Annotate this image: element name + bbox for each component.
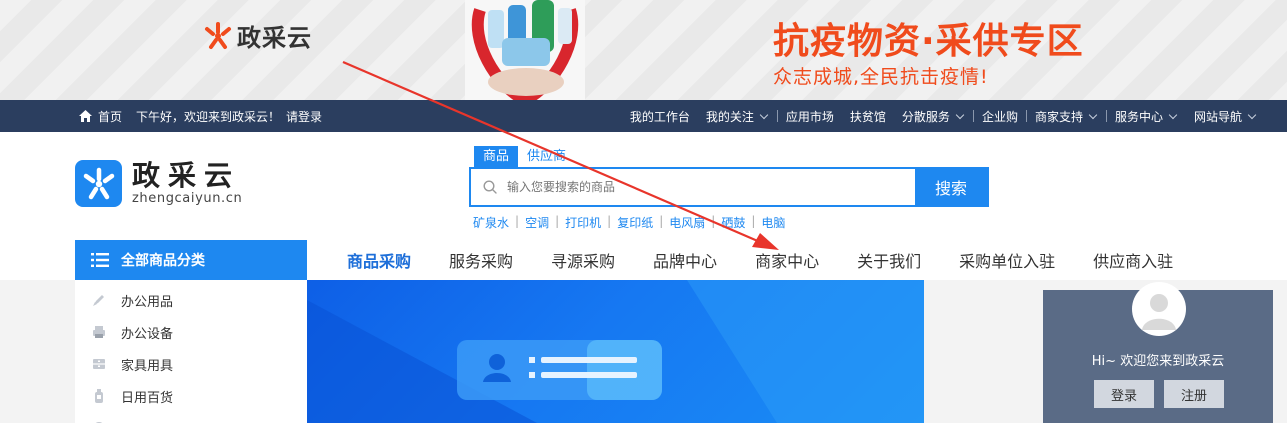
main-nav-item[interactable]: 采购单位入驻 — [940, 248, 1074, 272]
hotword-link[interactable]: 电脑 — [761, 214, 785, 231]
main-nav-item[interactable]: 品牌中心 — [634, 248, 736, 272]
main-nav-item[interactable]: 商品采购 — [328, 248, 430, 272]
topbar-link[interactable]: 扶贫馆 — [842, 108, 894, 125]
chevron-down-icon — [955, 110, 965, 119]
zcy-logo-icon — [205, 21, 231, 49]
topbar-link[interactable]: 分散服务 — [894, 108, 973, 125]
login-link[interactable]: 请登录 — [286, 108, 322, 125]
main-nav-item[interactable]: 服务采购 — [430, 248, 532, 272]
all-categories-button[interactable]: 全部商品分类 — [75, 240, 307, 280]
chevron-down-icon — [1168, 110, 1178, 119]
category-item-label: 办公用品 — [121, 294, 174, 310]
search-button[interactable]: 搜索 — [915, 169, 987, 205]
hotword-separator: | — [515, 214, 520, 228]
avatar — [1132, 282, 1186, 336]
topbar-link-label: 商家支持 — [1034, 109, 1083, 124]
category-item[interactable]: 日用百货 — [75, 380, 307, 412]
main-navigation: 商品采购 服务采购 寻源采购 品牌中心 商家中心 关于我们 采购单位入驻 供应商入驻 — [328, 240, 1192, 280]
topbar-link[interactable]: 服务中心 — [1107, 108, 1186, 125]
main-nav-item[interactable]: 关于我们 — [838, 248, 940, 272]
chevron-down-icon — [1088, 110, 1098, 119]
topbar-link-label: 扶贫馆 — [849, 109, 886, 124]
user-avatar-icon — [1142, 294, 1176, 330]
topbar-link[interactable]: 网站导航 — [1186, 108, 1265, 125]
category-item-label: 家具用具 — [121, 358, 174, 374]
home-icon[interactable] — [79, 110, 92, 122]
category-item-label: 日用百货 — [121, 390, 174, 406]
topbar-link[interactable]: 我的关注 — [698, 108, 777, 125]
greeting-text: 下午好，欢迎来到政采云！ — [136, 109, 281, 124]
topbar-link[interactable]: 企业购 — [974, 108, 1026, 125]
search-input[interactable] — [505, 179, 885, 195]
banner-title: 抗疫物资·采供专区 — [773, 21, 1084, 62]
printer-icon — [93, 326, 105, 338]
logo-name: 政采云 — [132, 159, 241, 192]
topbar-link-label: 我的工作台 — [629, 109, 690, 124]
topbar-link-label: 我的关注 — [705, 109, 754, 124]
hotword-separator: | — [751, 214, 756, 228]
welcome-text: Hi~ 欢迎您来到政采云 — [1091, 354, 1225, 369]
category-list: 办公用品办公设备家具用具日用百货生活电器 — [75, 280, 307, 423]
main-nav-item[interactable]: 寻源采购 — [532, 248, 634, 272]
topbar-link[interactable]: 我的工作台 — [622, 108, 698, 125]
login-button[interactable]: 登录 — [1094, 380, 1154, 408]
hero-illustration — [307, 280, 924, 423]
home-link[interactable]: 首页 — [98, 108, 122, 125]
hotword-link[interactable]: 矿泉水 — [473, 214, 509, 231]
hotword-separator: | — [607, 214, 612, 228]
category-item[interactable]: 办公设备 — [75, 316, 307, 348]
all-categories-label: 全部商品分类 — [121, 253, 205, 269]
main-nav-item[interactable]: 供应商入驻 — [1074, 248, 1192, 272]
pen-icon — [93, 295, 104, 306]
bottle-icon — [95, 389, 103, 403]
hot-search-words: 矿泉水 | 空调 | 打印机 | 复印纸 | 电风扇 | 硒鼓 | 电脑 — [473, 214, 785, 231]
search-icon — [483, 180, 497, 194]
topbar-link-label: 服务中心 — [1114, 109, 1163, 124]
topbar-link-label: 企业购 — [981, 109, 1018, 124]
category-item[interactable]: 家具用具 — [75, 348, 307, 380]
category-item[interactable]: 生活电器 — [75, 412, 307, 423]
hotword-link[interactable]: 空调 — [525, 214, 549, 231]
hotword-separator: | — [711, 214, 716, 228]
category-item-label: 生活电器 — [121, 419, 173, 423]
hotword-separator: | — [659, 214, 664, 228]
hotword-link[interactable]: 复印纸 — [617, 214, 653, 231]
chevron-down-icon — [759, 110, 769, 119]
main-nav-item[interactable]: 商家中心 — [736, 248, 838, 272]
topbar-link-label: 应用市场 — [785, 109, 834, 124]
register-button[interactable]: 注册 — [1164, 380, 1224, 408]
list-icon — [91, 253, 109, 267]
top-navigation-bar: 首页 下午好，欢迎来到政采云！ 请登录 我的工作台 我的关注 应用市场 扶贫馆 分散服务… — [0, 100, 1287, 132]
topbar-links: 我的工作台 我的关注 应用市场 扶贫馆 分散服务 企业购 商家支持 服务中心 网站导航 — [622, 100, 1265, 132]
hotword-separator: | — [555, 214, 560, 228]
furniture-icon — [93, 359, 105, 369]
hotword-link[interactable]: 硒鼓 — [721, 214, 745, 231]
hotword-link[interactable]: 打印机 — [565, 214, 601, 231]
banner-subtitle: 众志成城,全民抗击疫情! — [773, 66, 989, 88]
topbar-link[interactable]: 商家支持 — [1027, 108, 1106, 125]
banner-logo-text: 政采云 — [237, 24, 312, 52]
banner-illustration — [465, 0, 585, 100]
logo-domain: zhengcaiyun.cn — [132, 191, 243, 206]
search-tab-goods[interactable]: 商品 — [474, 146, 519, 167]
logo-mark-icon — [75, 160, 122, 207]
hero-banner[interactable] — [307, 280, 924, 423]
category-item-label: 办公设备 — [121, 326, 174, 342]
search-tab-supplier[interactable]: 供应商 — [518, 146, 575, 167]
search-input-wrap — [471, 169, 915, 205]
user-panel: Hi~ 欢迎您来到政采云 登录 注册 — [1043, 282, 1273, 423]
topbar-link-label: 网站导航 — [1193, 109, 1242, 124]
hotword-link[interactable]: 电风扇 — [669, 214, 705, 231]
topbar-link-label: 分散服务 — [901, 109, 950, 124]
search-tabs: 商品 供应商 — [474, 146, 575, 167]
chevron-down-icon — [1247, 110, 1257, 119]
topbar-left: 首页 下午好，欢迎来到政采云！ 请登录 — [79, 100, 322, 132]
banner-logo: 政采云 — [203, 18, 312, 53]
category-item[interactable]: 办公用品 — [75, 284, 307, 316]
promo-banner[interactable]: 政采云 抗疫物资·采供专区 众志成城,全民抗击疫情! — [0, 0, 1287, 100]
topbar-link[interactable]: 应用市场 — [778, 108, 842, 125]
search-box: 搜索 — [469, 167, 989, 207]
site-logo[interactable]: 政采云 zhengcaiyun.cn — [75, 160, 242, 207]
